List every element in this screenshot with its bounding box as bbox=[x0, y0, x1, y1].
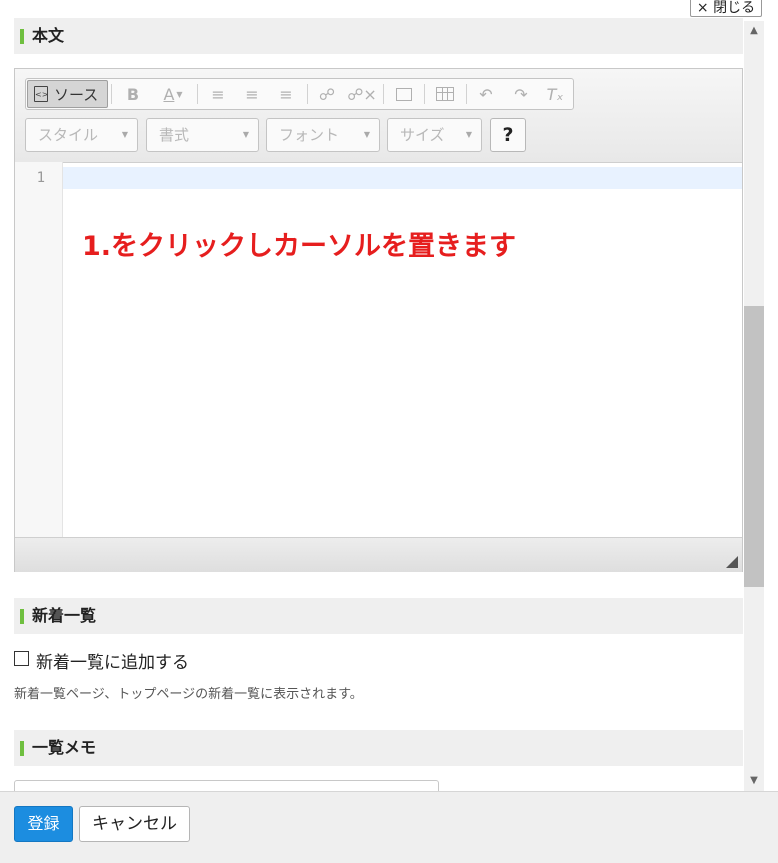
chevron-down-icon: ▼ bbox=[242, 130, 249, 139]
font-dropdown[interactable]: フォント ▼ bbox=[266, 118, 380, 152]
align-center-button[interactable]: ≡ bbox=[237, 79, 267, 109]
editor-status-bar bbox=[15, 537, 742, 572]
toolbar-button-group: <> ソース B A ▼ ≡ ≡ ≡ ☍ ☍× ↶ ↷ Tₓ bbox=[25, 78, 574, 110]
register-button[interactable]: 登録 bbox=[14, 806, 73, 842]
bold-icon: B bbox=[126, 84, 140, 104]
help-button[interactable]: ? bbox=[490, 118, 526, 152]
font-color-button[interactable]: A ▼ bbox=[154, 79, 192, 109]
section-marker bbox=[20, 741, 24, 756]
editor-toolbar: <> ソース B A ▼ ≡ ≡ ≡ ☍ ☍× ↶ ↷ Tₓ スタイル ▼ 書式… bbox=[15, 69, 742, 163]
style-dropdown-label: スタイル bbox=[38, 126, 99, 144]
align-right-button[interactable]: ≡ bbox=[271, 79, 301, 109]
align-right-icon: ≡ bbox=[279, 84, 293, 104]
link-button[interactable]: ☍ bbox=[312, 79, 342, 109]
chevron-down-icon: ▼ bbox=[465, 130, 472, 139]
undo-icon: ↶ bbox=[479, 84, 493, 104]
line-number: 1 bbox=[36, 170, 45, 186]
chevron-down-icon: ▼ bbox=[176, 89, 183, 99]
table-icon bbox=[436, 87, 454, 101]
font-color-icon: A bbox=[163, 84, 175, 104]
help-icon: ? bbox=[502, 124, 514, 146]
scroll-up-icon[interactable]: ▲ bbox=[744, 22, 764, 40]
image-icon bbox=[396, 87, 412, 101]
section-header-news: 新着一覧 bbox=[14, 598, 743, 634]
scroll-down-icon[interactable]: ▼ bbox=[744, 772, 764, 790]
align-left-button[interactable]: ≡ bbox=[203, 79, 233, 109]
resize-handle-icon[interactable] bbox=[726, 556, 738, 568]
align-left-icon: ≡ bbox=[211, 84, 225, 104]
add-to-news-checkbox[interactable] bbox=[14, 651, 29, 666]
image-button[interactable] bbox=[389, 79, 419, 109]
redo-button[interactable]: ↷ bbox=[506, 79, 536, 109]
section-title-memo: 一覧メモ bbox=[32, 738, 97, 757]
bold-button[interactable]: B bbox=[118, 79, 148, 109]
line-number-gutter: 1 bbox=[15, 162, 63, 537]
close-button[interactable]: × 閉じる bbox=[690, 0, 762, 17]
unlink-button[interactable]: ☍× bbox=[347, 79, 377, 109]
style-dropdown[interactable]: スタイル ▼ bbox=[25, 118, 138, 152]
size-dropdown[interactable]: サイズ ▼ bbox=[387, 118, 482, 152]
rich-text-editor: <> ソース B A ▼ ≡ ≡ ≡ ☍ ☍× ↶ ↷ Tₓ スタイル ▼ 書式… bbox=[14, 68, 743, 572]
section-marker bbox=[20, 29, 24, 44]
link-icon: ☍ bbox=[318, 84, 336, 104]
form-footer: 登録 キャンセル bbox=[0, 791, 778, 863]
format-dropdown-label: 書式 bbox=[159, 126, 190, 144]
scrollbar-thumb[interactable] bbox=[744, 306, 764, 587]
format-dropdown[interactable]: 書式 ▼ bbox=[146, 118, 259, 152]
remove-format-icon: Tₓ bbox=[546, 84, 564, 104]
unlink-icon: ☍× bbox=[347, 84, 377, 104]
source-icon: <> bbox=[34, 86, 48, 102]
chevron-down-icon: ▼ bbox=[363, 130, 370, 139]
undo-button[interactable]: ↶ bbox=[471, 79, 501, 109]
section-title-news: 新着一覧 bbox=[32, 606, 97, 625]
section-header-body: 本文 bbox=[14, 18, 743, 54]
toolbar-separator bbox=[197, 84, 198, 104]
section-title-body: 本文 bbox=[32, 26, 65, 45]
toolbar-separator bbox=[307, 84, 308, 104]
add-to-news-label[interactable]: 新着一覧に追加する bbox=[36, 648, 189, 673]
source-button[interactable]: <> ソース bbox=[27, 80, 108, 108]
redo-icon: ↷ bbox=[514, 84, 528, 104]
toolbar-separator bbox=[466, 84, 467, 104]
section-header-memo: 一覧メモ bbox=[14, 730, 743, 766]
instruction-annotation: 1.をクリックしカーソルを置きます bbox=[82, 231, 517, 262]
section-marker bbox=[20, 609, 24, 624]
font-dropdown-label: フォント bbox=[279, 126, 340, 144]
table-button[interactable] bbox=[430, 79, 460, 109]
toolbar-separator bbox=[111, 84, 112, 104]
source-button-label: ソース bbox=[54, 85, 99, 104]
toolbar-separator bbox=[424, 84, 425, 104]
remove-format-button[interactable]: Tₓ bbox=[540, 79, 570, 109]
cancel-button[interactable]: キャンセル bbox=[79, 806, 190, 842]
toolbar-separator bbox=[383, 84, 384, 104]
editor-text-area[interactable] bbox=[63, 167, 742, 189]
chevron-down-icon: ▼ bbox=[121, 130, 128, 139]
size-dropdown-label: サイズ bbox=[400, 126, 445, 144]
align-center-icon: ≡ bbox=[245, 84, 259, 104]
news-help-text: 新着一覧ページ、トップページの新着一覧に表示されます。 bbox=[14, 687, 363, 702]
